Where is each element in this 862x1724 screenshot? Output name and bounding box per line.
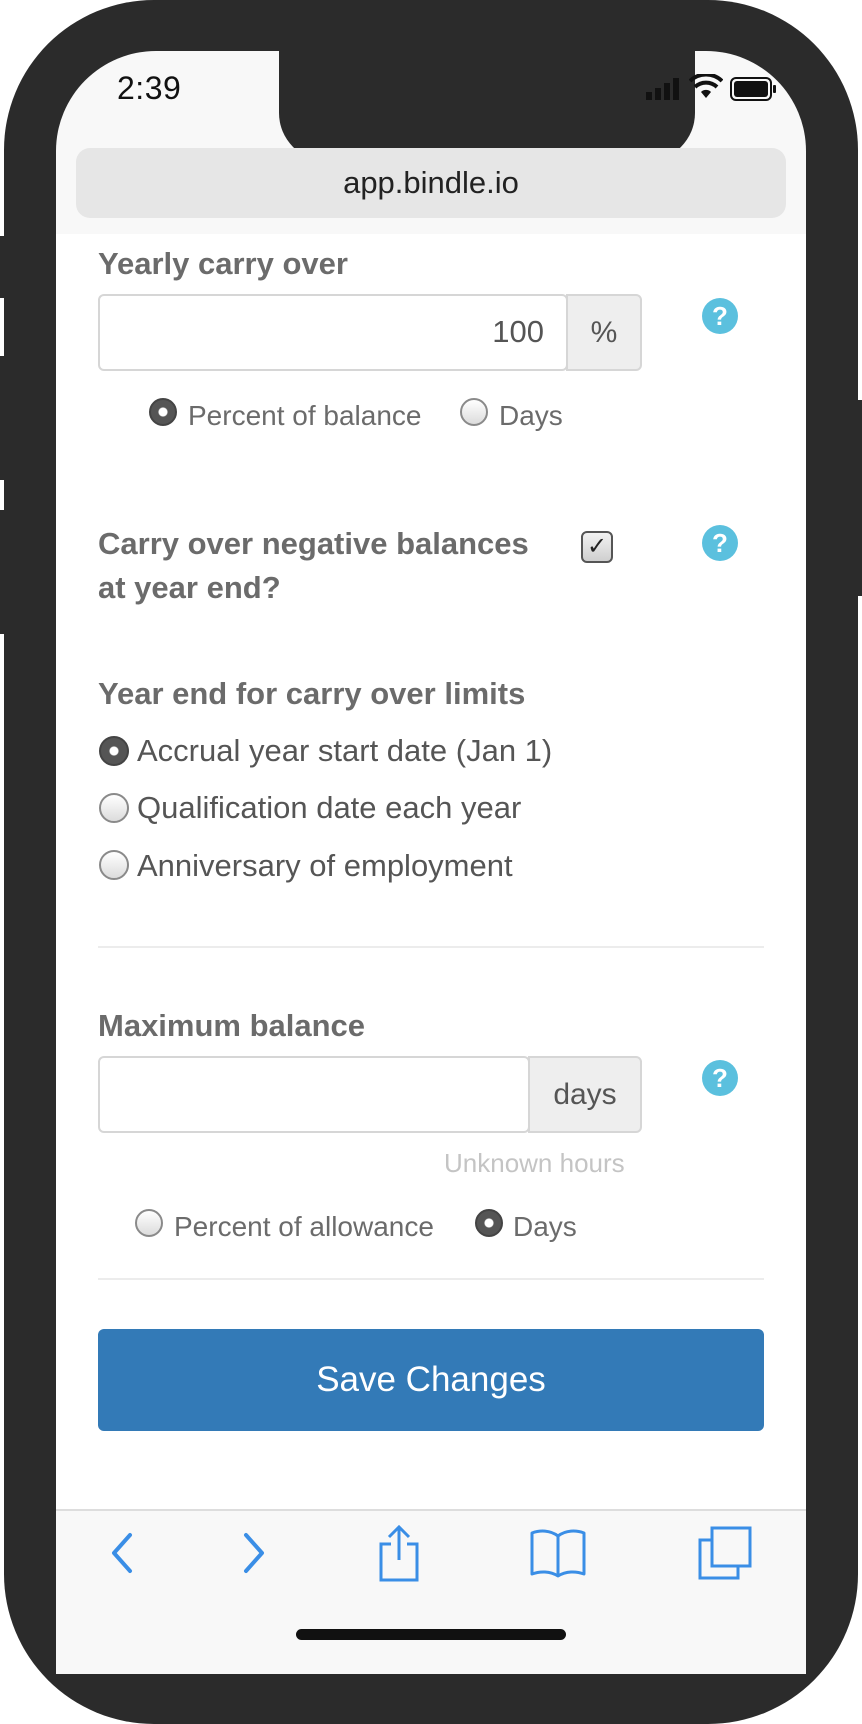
tabs-icon[interactable]	[698, 1526, 752, 1585]
radio-qualification-date[interactable]	[99, 793, 129, 823]
help-icon[interactable]: ?	[702, 525, 738, 561]
home-indicator	[296, 1629, 566, 1640]
maximum-balance-input[interactable]	[98, 1056, 530, 1133]
radio-days[interactable]	[460, 398, 488, 426]
radio-percent-of-balance[interactable]	[149, 398, 177, 426]
radio-max-days-label: Days	[513, 1211, 577, 1242]
browser-toolbar	[56, 1509, 806, 1674]
share-icon[interactable]	[377, 1524, 421, 1587]
side-button	[0, 510, 10, 634]
notch	[279, 51, 695, 161]
status-time: 2:39	[117, 70, 182, 106]
yearly-carry-over-label: Yearly carry over	[98, 246, 348, 281]
radio-accrual-year-start[interactable]	[99, 736, 129, 766]
address-bar[interactable]: app.bindle.io	[76, 148, 786, 218]
side-button	[0, 236, 10, 298]
divider	[98, 946, 764, 948]
side-button	[852, 400, 862, 596]
url-text: app.bindle.io	[343, 165, 519, 200]
percent-addon: %	[566, 294, 642, 371]
negative-balances-label-line2: at year end?	[98, 570, 281, 605]
radio-qualification-date-label: Qualification date each year	[137, 790, 522, 825]
radio-percent-of-balance-label: Percent of balance	[188, 400, 422, 431]
help-icon[interactable]: ?	[702, 1060, 738, 1096]
forward-icon[interactable]	[238, 1530, 270, 1581]
signal-icon	[646, 76, 682, 105]
wifi-icon	[688, 72, 724, 105]
yearly-carry-over-value: 100	[492, 314, 544, 349]
back-icon[interactable]	[106, 1530, 138, 1581]
side-button	[0, 356, 10, 480]
radio-days-label: Days	[499, 400, 563, 431]
radio-anniversary[interactable]	[99, 850, 129, 880]
maximum-balance-label: Maximum balance	[98, 1008, 366, 1043]
negative-balances-label-line1: Carry over negative balances	[98, 526, 529, 561]
save-changes-button[interactable]: Save Changes	[98, 1329, 764, 1431]
radio-percent-of-allowance[interactable]	[135, 1209, 163, 1237]
radio-accrual-year-start-label: Accrual year start date (Jan 1)	[137, 733, 553, 768]
radio-max-days[interactable]	[475, 1209, 503, 1237]
divider	[98, 1278, 764, 1280]
bookmarks-icon[interactable]	[530, 1528, 586, 1583]
checkmark-icon: ✓	[586, 533, 608, 560]
year-end-label: Year end for carry over limits	[98, 676, 526, 711]
negative-balances-checkbox[interactable]: ✓	[581, 531, 613, 563]
help-icon[interactable]: ?	[702, 298, 738, 334]
radio-percent-of-allowance-label: Percent of allowance	[174, 1211, 434, 1242]
unknown-hours-hint: Unknown hours	[444, 1148, 625, 1178]
days-addon: days	[528, 1056, 642, 1133]
radio-anniversary-label: Anniversary of employment	[137, 848, 513, 883]
battery-icon	[730, 77, 778, 106]
yearly-carry-over-input[interactable]: 100	[98, 294, 568, 371]
